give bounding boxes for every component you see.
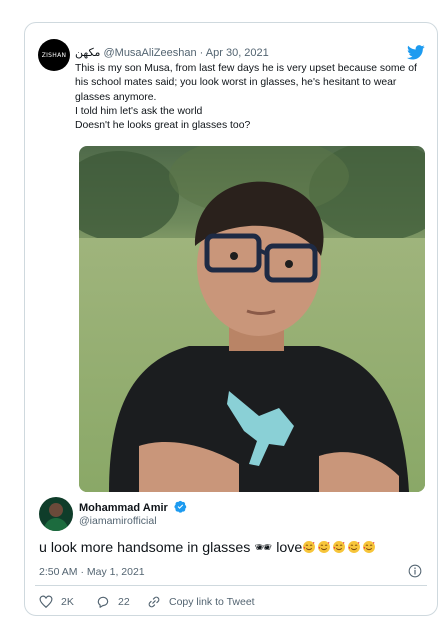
quoted-header: مکھن @MusaAliZeeshan · Apr 30, 2021: [75, 46, 269, 59]
tweet-timestamp[interactable]: 2:50 AM · May 1, 2021: [39, 566, 145, 578]
like-button[interactable]: 2K: [39, 594, 74, 610]
author-handle[interactable]: @iamamirofficial: [79, 515, 157, 527]
smiling-face-with-hearts-emoji: [303, 541, 316, 553]
smiling-face-with-hearts-emoji: [318, 541, 331, 553]
heart-icon: [39, 595, 53, 609]
quoted-text-line: Doesn't he looks great in glasses too?: [75, 120, 251, 132]
reply-icon: [97, 596, 109, 608]
smiling-face-with-hearts-emoji: [363, 541, 376, 553]
like-count: 2K: [61, 596, 74, 608]
twitter-bird-icon[interactable]: [407, 45, 425, 60]
quoted-photo[interactable]: [79, 146, 425, 492]
tweet-author: Mohammad Amir @iamamirofficial: [39, 497, 419, 533]
quoted-tweet[interactable]: ZISHAN مکھن @MusaAliZeeshan · Apr 30, 20…: [35, 31, 427, 497]
author-name-text[interactable]: Mohammad Amir: [79, 502, 168, 514]
author-avatar[interactable]: [39, 497, 73, 531]
link-icon: [148, 596, 160, 608]
tweet-text: u look more handsome in glasses 🕶 love: [39, 539, 429, 557]
tweet-card: ZISHAN مکھن @MusaAliZeeshan · Apr 30, 20…: [24, 22, 438, 616]
quoted-text-line: I told him let's ask the world: [75, 105, 203, 117]
divider: [35, 585, 427, 586]
smiling-face-with-hearts-emoji: [333, 541, 346, 553]
header-separator: ·: [199, 47, 204, 59]
quoted-display-name[interactable]: مکھن: [75, 47, 100, 59]
verified-badge-icon: [174, 500, 187, 513]
author-display-name[interactable]: Mohammad Amir: [79, 500, 187, 514]
copy-link-button[interactable]: Copy link to Tweet: [147, 594, 255, 610]
quoted-handle[interactable]: @MusaAliZeeshan: [103, 47, 196, 59]
reply-count: 22: [118, 596, 130, 608]
tweet-text-body: u look more handsome in glasses 🕶 love: [39, 540, 303, 556]
info-icon[interactable]: [408, 564, 422, 578]
quoted-text: This is my son Musa, from last few days …: [75, 62, 425, 133]
quoted-text-line: This is my son Musa, from last few days …: [75, 63, 417, 103]
quoted-date[interactable]: Apr 30, 2021: [206, 47, 269, 59]
quoted-avatar[interactable]: ZISHAN: [38, 39, 70, 71]
copy-link-label: Copy link to Tweet: [169, 596, 255, 608]
smiling-face-with-hearts-emoji: [348, 541, 361, 553]
reply-button[interactable]: 22: [96, 594, 130, 610]
